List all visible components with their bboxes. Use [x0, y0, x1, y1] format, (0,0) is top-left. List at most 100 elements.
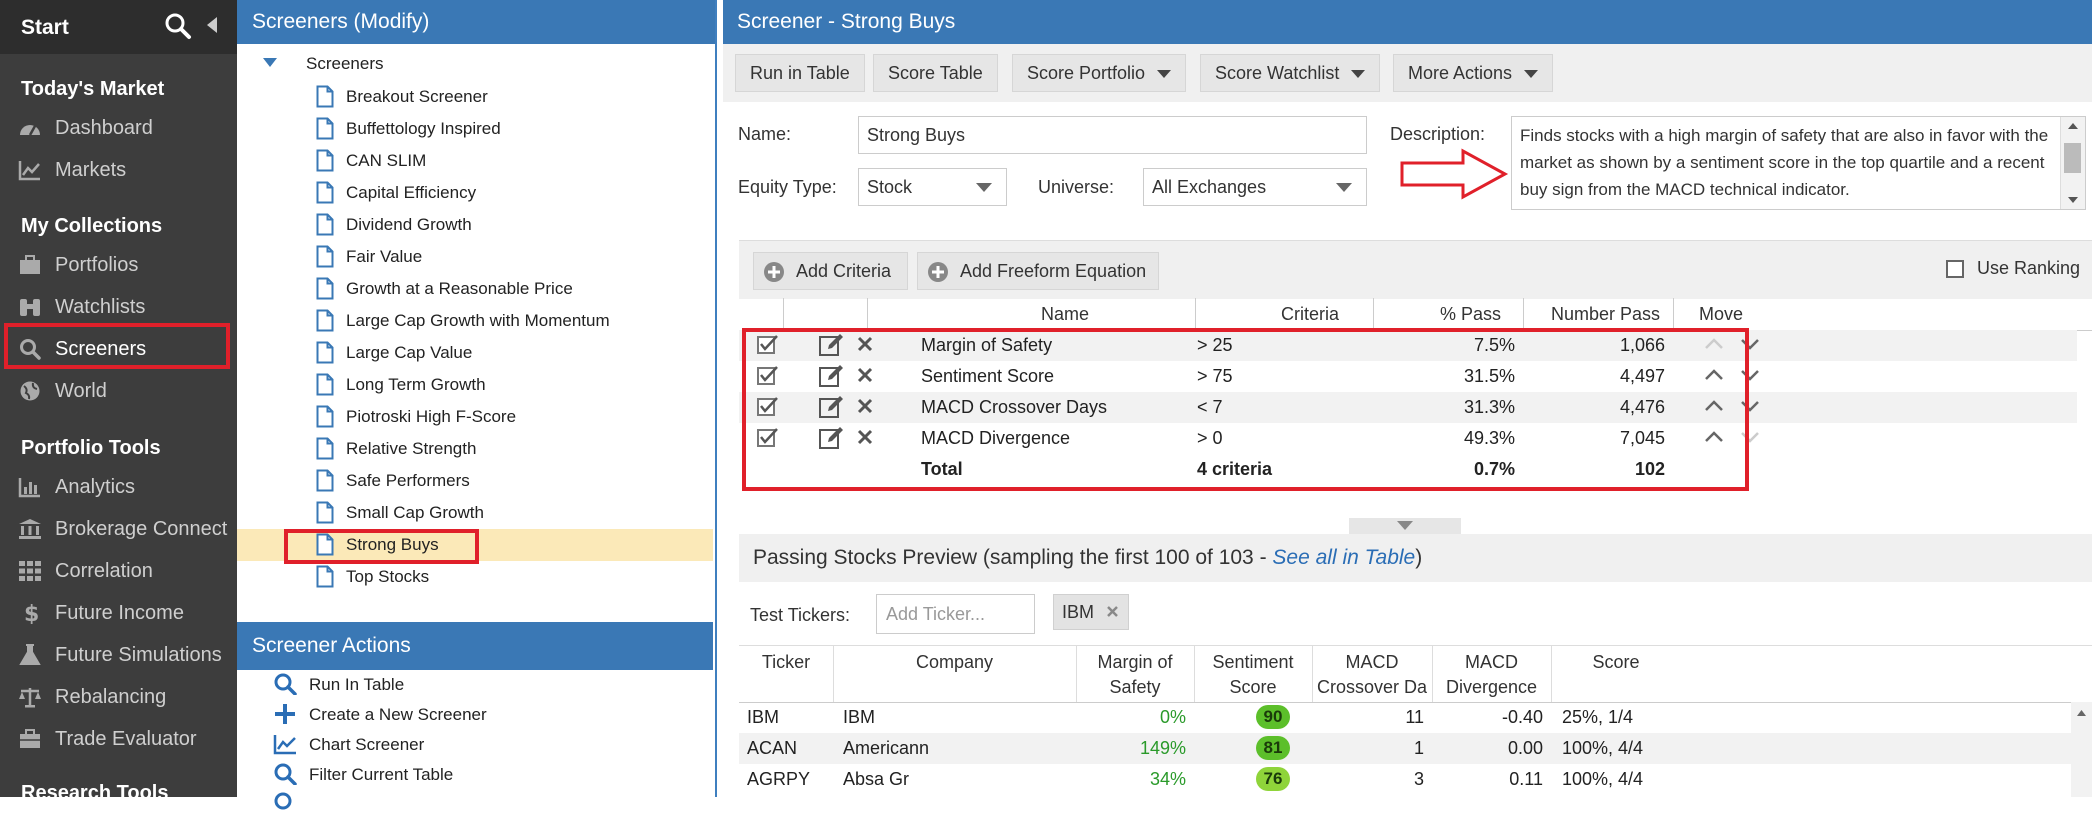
column-ticker[interactable]: Ticker	[739, 650, 833, 675]
checkbox-box[interactable]	[1946, 260, 1964, 278]
cell-ticker[interactable]: ACAN	[747, 738, 797, 759]
delete-icon[interactable]	[857, 336, 873, 352]
table-row[interactable]: IBM IBM 0% 90 11 -0.40 25%, 1/4	[739, 702, 2077, 733]
tree-item[interactable]: Large Cap Value	[237, 337, 713, 369]
move-up-icon[interactable]	[1704, 338, 1724, 350]
add-criteria-button[interactable]: Add Criteria	[753, 252, 908, 290]
nav-item-dashboard[interactable]: Dashboard	[0, 107, 237, 149]
universe-select[interactable]: All Exchanges	[1143, 168, 1367, 206]
column-number-pass[interactable]: Number Pass	[1551, 304, 1660, 325]
cell-ticker[interactable]: IBM	[747, 707, 779, 728]
edit-icon[interactable]	[819, 364, 845, 388]
expand-triangle-icon[interactable]	[263, 58, 277, 68]
edit-icon[interactable]	[819, 426, 845, 450]
scrollbar-thumb[interactable]	[2064, 143, 2081, 173]
add-ticker-input[interactable]: Add Ticker...	[876, 594, 1035, 634]
column-margin-of-safety[interactable]: Margin of Safety	[1076, 650, 1194, 700]
edit-icon[interactable]	[819, 395, 845, 419]
collapse-arrow-icon[interactable]	[205, 15, 219, 35]
nav-item-trade-evaluator[interactable]: Trade Evaluator	[0, 718, 237, 760]
header-line: Score	[1229, 677, 1277, 697]
document-icon	[316, 117, 334, 140]
nav-item-future-income[interactable]: $ Future Income	[0, 592, 237, 634]
move-up-icon[interactable]	[1704, 369, 1724, 381]
grid-icon	[18, 560, 42, 582]
nav-item-brokerage-connect[interactable]: Brokerage Connect	[0, 508, 237, 550]
tree-item[interactable]: Strong Buys	[237, 529, 713, 564]
delete-icon[interactable]	[857, 398, 873, 414]
add-freeform-equation-button[interactable]: Add Freeform Equation	[917, 252, 1159, 290]
column-macd-crossover-days[interactable]: MACD Crossover Da	[1312, 650, 1432, 700]
nav-item-future-simulations[interactable]: Future Simulations	[0, 634, 237, 676]
table-row[interactable]: ACAN Americann 149% 81 1 0.00 100%, 4/4	[739, 733, 2077, 764]
nav-item-markets[interactable]: Markets	[0, 149, 237, 191]
move-down-icon[interactable]	[1740, 369, 1760, 381]
column-macd-divergence[interactable]: MACD Divergence	[1432, 650, 1551, 700]
nav-item-watchlists[interactable]: Watchlists	[0, 286, 237, 328]
score-table-button[interactable]: Score Table	[873, 54, 998, 92]
column-name[interactable]: Name	[1041, 304, 1089, 325]
tree-item-label: Small Cap Growth	[346, 503, 484, 522]
column-company[interactable]: Company	[833, 650, 1076, 675]
tree-item[interactable]: Relative Strength	[237, 433, 713, 465]
table-row[interactable]: AGRPY Absa Gr 34% 76 3 0.11 100%, 4/4	[739, 764, 2077, 795]
name-field[interactable]: Strong Buys	[858, 116, 1367, 154]
checkbox-checked-icon[interactable]	[757, 365, 779, 385]
nav-item-portfolios[interactable]: Portfolios	[0, 244, 237, 286]
tree-item[interactable]: Long Term Growth	[237, 369, 713, 401]
tree-item[interactable]: Growth at a Reasonable Price	[237, 273, 713, 305]
nav-item-analytics[interactable]: Analytics	[0, 466, 237, 508]
name-label: Name:	[738, 124, 792, 144]
nav-item-world[interactable]: World	[0, 370, 237, 412]
column-move: Move	[1699, 304, 1744, 324]
tree-item[interactable]: Fair Value	[237, 241, 713, 273]
see-all-in-table-link[interactable]: See all in Table	[1272, 546, 1415, 569]
header-line: Safety	[1109, 677, 1161, 697]
left-navigation: Start Today's Market Dashboard Markets M…	[0, 0, 237, 797]
move-down-icon[interactable]	[1740, 431, 1760, 443]
search-icon[interactable]	[164, 12, 192, 40]
more-actions-button[interactable]: More Actions	[1393, 54, 1554, 92]
tree-item[interactable]: Buffettology Inspired	[237, 113, 713, 145]
move-up-icon[interactable]	[1704, 431, 1724, 443]
move-up-icon[interactable]	[1704, 400, 1724, 412]
document-icon	[316, 341, 334, 364]
checkbox-checked-icon[interactable]	[757, 427, 779, 447]
collapse-criteria-toggle[interactable]	[1349, 518, 1461, 534]
cell-ticker[interactable]: AGRPY	[747, 769, 810, 790]
tree-item[interactable]: Top Stocks	[237, 561, 713, 593]
run-in-table-button[interactable]: Run in Table	[735, 54, 865, 92]
move-down-icon[interactable]	[1740, 400, 1760, 412]
nav-title[interactable]: Start	[21, 16, 69, 40]
column-criteria[interactable]: Criteria	[1281, 304, 1339, 325]
tree-item-label: Capital Efficiency	[346, 183, 477, 202]
nav-item-rebalancing[interactable]: Rebalancing	[0, 676, 237, 718]
tree-item[interactable]: Capital Efficiency	[237, 177, 713, 209]
equity-type-select[interactable]: Stock	[858, 168, 1007, 206]
description-scrollbar[interactable]	[2060, 117, 2085, 209]
score-watchlist-button[interactable]: Score Watchlist	[1200, 54, 1381, 92]
checkbox-checked-icon[interactable]	[757, 334, 779, 354]
tree-item[interactable]: Small Cap Growth	[237, 497, 713, 529]
tree-item[interactable]: Piotroski High F-Score	[237, 401, 713, 433]
nav-item-correlation[interactable]: Correlation	[0, 550, 237, 592]
score-portfolio-button[interactable]: Score Portfolio	[1012, 54, 1187, 92]
tree-item[interactable]: CAN SLIM	[237, 145, 713, 177]
column-score[interactable]: Score	[1551, 650, 1681, 675]
delete-icon[interactable]	[857, 367, 873, 383]
delete-icon[interactable]	[857, 429, 873, 445]
tree-item[interactable]: Safe Performers	[237, 465, 713, 497]
remove-tag-icon[interactable]	[1106, 605, 1119, 618]
column-pct-pass[interactable]: % Pass	[1440, 304, 1501, 325]
criteria-table-header: Name Criteria % Pass Number Pass Move	[739, 298, 2092, 331]
tree-item[interactable]: Breakout Screener	[237, 81, 713, 113]
results-scrollbar[interactable]	[2071, 702, 2092, 797]
description-textarea[interactable]: Finds stocks with a high margin of safet…	[1511, 116, 2086, 210]
column-sentiment-score[interactable]: Sentiment Score	[1194, 650, 1312, 700]
tree-item[interactable]: Dividend Growth	[237, 209, 713, 241]
tree-item[interactable]: Large Cap Growth with Momentum	[237, 305, 713, 337]
checkbox-checked-icon[interactable]	[757, 396, 779, 416]
nav-item-screeners[interactable]: Screeners	[0, 323, 237, 370]
move-down-icon[interactable]	[1740, 338, 1760, 350]
edit-icon[interactable]	[819, 333, 845, 357]
